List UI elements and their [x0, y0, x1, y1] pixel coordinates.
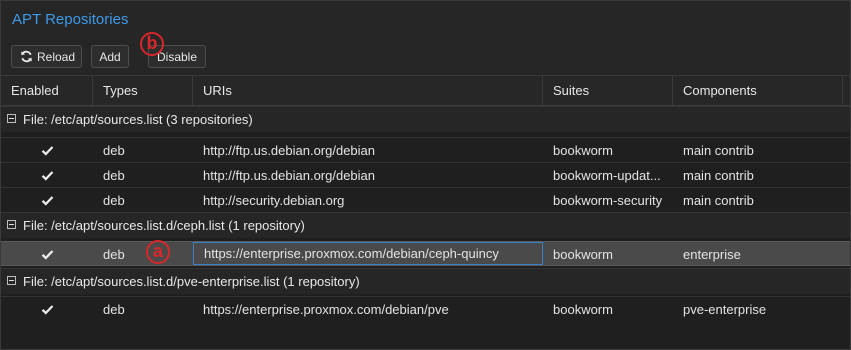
components-cell: main contrib	[683, 193, 754, 208]
column-header-components[interactable]: Components	[673, 76, 843, 105]
uri-cell: http://ftp.us.debian.org/debian	[203, 168, 376, 183]
uri-cell: http://security.debian.org	[203, 193, 345, 208]
suite-cell: bookworm	[553, 143, 613, 158]
table-row[interactable]: deb http://security.debian.org bookworm-…	[1, 187, 850, 212]
components-cell: enterprise	[683, 247, 741, 262]
suite-cell: bookworm	[553, 247, 613, 262]
enabled-cell	[1, 242, 93, 265]
annotation-marker-b: b	[140, 32, 164, 56]
group-label: File: /etc/apt/sources.list.d/ceph.list …	[23, 218, 305, 233]
uri-cell: https://enterprise.proxmox.com/debian/pv…	[203, 302, 449, 317]
components-cell: pve-enterprise	[683, 302, 767, 317]
disable-button-label: Disable	[156, 50, 198, 64]
panel-title: APT Repositories	[12, 11, 129, 28]
suite-cell: bookworm	[553, 302, 613, 317]
checkmark-icon	[41, 305, 54, 315]
table-row-selected[interactable]: deb https://enterprise.proxmox.com/debia…	[1, 241, 850, 266]
add-button-label: Add	[99, 50, 121, 64]
type-cell: deb	[103, 302, 125, 317]
suite-cell: bookworm-updat...	[553, 168, 661, 183]
suite-cell: bookworm-security	[553, 193, 663, 208]
reload-button-label: Reload	[37, 50, 76, 64]
type-cell: deb	[103, 193, 125, 208]
table-body: File: /etc/apt/sources.list (3 repositor…	[1, 106, 850, 349]
group-header-sources-list[interactable]: File: /etc/apt/sources.list (3 repositor…	[1, 106, 850, 132]
reload-icon	[21, 50, 32, 63]
enabled-cell	[1, 297, 93, 321]
type-cell: deb	[103, 143, 125, 158]
table-row[interactable]: deb https://enterprise.proxmox.com/debia…	[1, 296, 850, 321]
table-row[interactable]: deb http://ftp.us.debian.org/debian book…	[1, 137, 850, 162]
enabled-cell	[1, 188, 93, 212]
collapse-icon[interactable]	[7, 220, 16, 229]
group-header-ceph-list[interactable]: File: /etc/apt/sources.list.d/ceph.list …	[1, 212, 850, 238]
checkmark-icon	[41, 146, 54, 156]
group-label: File: /etc/apt/sources.list (3 repositor…	[23, 112, 253, 127]
toolbar: Reload Add Disable	[1, 38, 850, 75]
apt-repositories-panel: APT Repositories Reload Add Disable b En…	[0, 0, 851, 350]
checkmark-icon	[41, 250, 54, 260]
panel-title-bar: APT Repositories	[1, 1, 850, 39]
checkmark-icon	[41, 196, 54, 206]
enabled-cell	[1, 163, 93, 187]
annotation-marker-a: a	[146, 240, 170, 264]
components-cell: main contrib	[683, 143, 754, 158]
checkmark-icon	[41, 171, 54, 181]
reload-button[interactable]: Reload	[11, 45, 82, 68]
column-header-uris[interactable]: URIs	[193, 76, 543, 105]
group-header-pve-enterprise-list[interactable]: File: /etc/apt/sources.list.d/pve-enterp…	[1, 268, 850, 294]
type-cell: deb	[103, 247, 125, 262]
table-row[interactable]: deb http://ftp.us.debian.org/debian book…	[1, 162, 850, 187]
add-button[interactable]: Add	[91, 45, 129, 68]
type-cell: deb	[103, 168, 125, 183]
enabled-cell	[1, 138, 93, 162]
uri-cell: http://ftp.us.debian.org/debian	[203, 143, 376, 158]
column-header-enabled[interactable]: Enabled	[1, 76, 93, 105]
collapse-icon[interactable]	[7, 114, 16, 123]
components-cell: main contrib	[683, 168, 754, 183]
group-label: File: /etc/apt/sources.list.d/pve-enterp…	[23, 274, 360, 289]
collapse-icon[interactable]	[7, 276, 16, 285]
uri-cell-focused[interactable]: https://enterprise.proxmox.com/debian/ce…	[193, 242, 543, 265]
column-header-types[interactable]: Types	[93, 76, 193, 105]
column-header-suites[interactable]: Suites	[543, 76, 673, 105]
table-header: Enabled Types URIs Suites Components	[1, 75, 850, 106]
